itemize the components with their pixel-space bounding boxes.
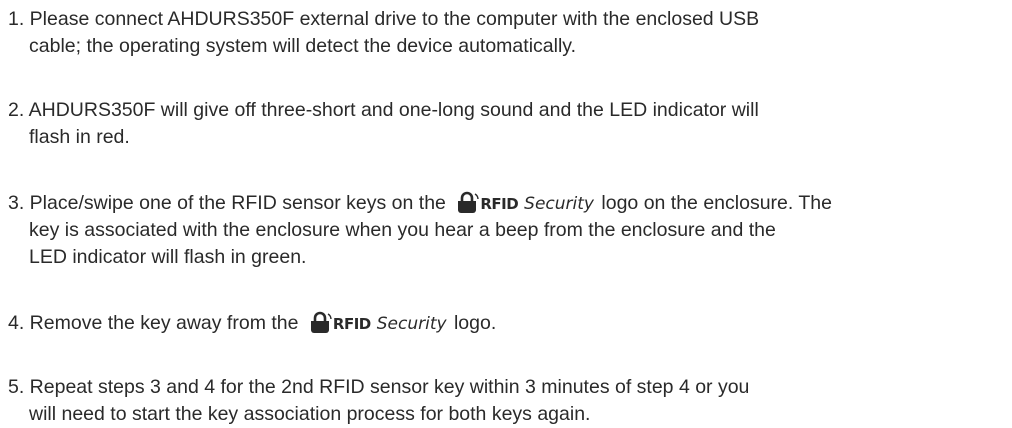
- step-1: 1. Please connect AHDURS350F external dr…: [8, 6, 1008, 60]
- step-2-line-2: flash in red.: [29, 126, 130, 148]
- step-3-line-1: 3. Place/swipe one of the RFID sensor ke…: [8, 188, 1008, 217]
- step-4: 4. Remove the key away from the RFID Sec…: [8, 308, 1008, 337]
- rfid-security-logo: RFID Security: [455, 188, 594, 214]
- rfid-logo-brand: RFID: [480, 195, 519, 213]
- lock-icon: [458, 191, 480, 213]
- step-4-text-after-logo: logo.: [453, 312, 497, 334]
- step-1-line-2: cable; the operating system will detect …: [29, 35, 576, 57]
- step-2-line-1: 2. AHDURS350F will give off three-short …: [8, 99, 759, 121]
- step-4-line-1: 4. Remove the key away from the RFID Sec…: [8, 308, 1008, 337]
- step-5-line-2: will need to start the key association p…: [29, 403, 591, 425]
- step-1-line-1: 1. Please connect AHDURS350F external dr…: [8, 8, 760, 30]
- rfid-logo-word: Security: [524, 194, 594, 214]
- step-3-text-before-logo: 3. Place/swipe one of the RFID sensor ke…: [8, 192, 446, 214]
- step-3: 3. Place/swipe one of the RFID sensor ke…: [8, 188, 1008, 271]
- step-3-line-2: key is associated with the enclosure whe…: [29, 219, 776, 241]
- rfid-logo-word: Security: [376, 314, 447, 334]
- step-5: 5. Repeat steps 3 and 4 for the 2nd RFID…: [8, 374, 1008, 428]
- step-2: 2. AHDURS350F will give off three-short …: [8, 97, 1008, 151]
- lock-icon: [310, 311, 332, 333]
- rfid-logo-brand: RFID: [332, 315, 371, 333]
- step-4-text-before-logo: 4. Remove the key away from the: [8, 312, 299, 334]
- step-3-line-3: LED indicator will flash in green.: [29, 246, 307, 268]
- step-3-text-after-logo: logo on the enclosure. The: [601, 192, 832, 214]
- step-5-line-1: 5. Repeat steps 3 and 4 for the 2nd RFID…: [8, 376, 750, 398]
- rfid-security-logo: RFID Security: [308, 308, 447, 334]
- instructions-document: 1. Please connect AHDURS350F external dr…: [8, 6, 1008, 428]
